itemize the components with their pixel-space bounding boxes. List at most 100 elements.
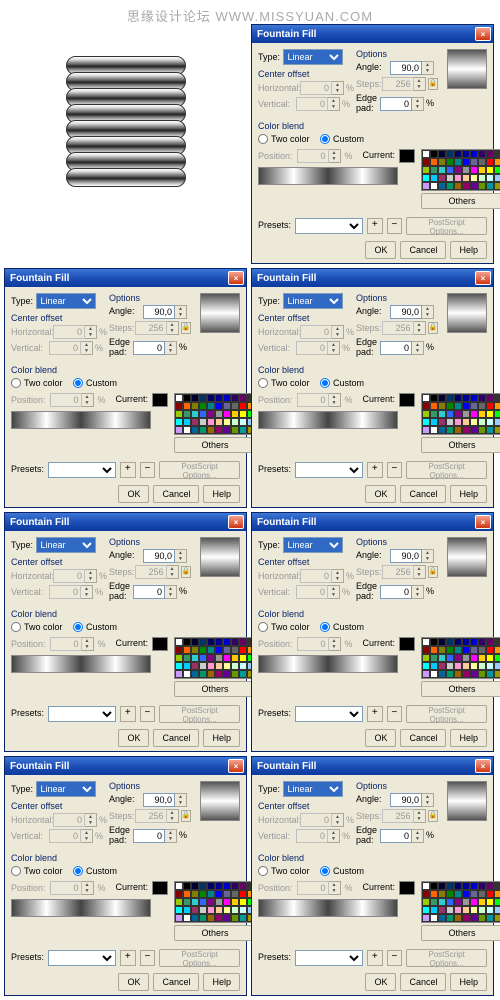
spin-icon[interactable]: ▲▼ bbox=[81, 829, 93, 843]
spin-icon[interactable]: ▲▼ bbox=[85, 325, 97, 339]
type-select[interactable]: Linear bbox=[36, 293, 96, 309]
lock-icon[interactable]: 🔒 bbox=[428, 78, 438, 90]
color-palette[interactable] bbox=[174, 637, 256, 679]
spin-icon[interactable]: ▲▼ bbox=[332, 569, 344, 583]
type-select[interactable]: Linear bbox=[283, 781, 343, 797]
angle-input[interactable] bbox=[390, 793, 422, 807]
presets-select[interactable] bbox=[295, 950, 363, 966]
others-button[interactable]: Others bbox=[174, 681, 256, 697]
two-color-radio[interactable]: Two color bbox=[258, 378, 310, 388]
help-button[interactable]: Help bbox=[450, 973, 487, 991]
angle-input[interactable] bbox=[390, 305, 422, 319]
custom-radio[interactable]: Custom bbox=[320, 378, 364, 388]
spin-icon[interactable]: ▲▼ bbox=[328, 829, 340, 843]
add-preset-button[interactable]: + bbox=[367, 950, 383, 966]
current-swatch[interactable] bbox=[399, 637, 415, 651]
current-swatch[interactable] bbox=[399, 149, 415, 163]
two-color-radio[interactable]: Two color bbox=[11, 622, 63, 632]
close-icon[interactable]: × bbox=[475, 759, 491, 773]
presets-select[interactable] bbox=[48, 462, 116, 478]
remove-preset-button[interactable]: − bbox=[387, 462, 403, 478]
angle-input[interactable] bbox=[143, 793, 175, 807]
close-icon[interactable]: × bbox=[475, 515, 491, 529]
add-preset-button[interactable]: + bbox=[367, 706, 383, 722]
cancel-button[interactable]: Cancel bbox=[400, 973, 446, 991]
edgepad-input[interactable] bbox=[380, 341, 412, 355]
two-color-radio[interactable]: Two color bbox=[258, 622, 310, 632]
lock-icon[interactable]: 🔒 bbox=[181, 566, 191, 578]
custom-radio[interactable]: Custom bbox=[73, 378, 117, 388]
titlebar[interactable]: Fountain Fill × bbox=[5, 269, 246, 287]
ok-button[interactable]: OK bbox=[118, 729, 149, 747]
add-preset-button[interactable]: + bbox=[120, 706, 136, 722]
titlebar[interactable]: Fountain Fill × bbox=[252, 25, 493, 43]
color-palette[interactable] bbox=[421, 881, 500, 923]
spin-icon[interactable]: ▲▼ bbox=[412, 341, 424, 355]
titlebar[interactable]: Fountain Fill × bbox=[252, 269, 493, 287]
edgepad-input[interactable] bbox=[380, 97, 412, 111]
spin-icon[interactable]: ▲▼ bbox=[328, 97, 340, 111]
type-select[interactable]: Linear bbox=[283, 293, 343, 309]
gradient-editor[interactable] bbox=[258, 167, 398, 185]
others-button[interactable]: Others bbox=[174, 925, 256, 941]
spin-icon[interactable]: ▲▼ bbox=[81, 341, 93, 355]
two-color-radio[interactable]: Two color bbox=[11, 866, 63, 876]
color-palette[interactable] bbox=[421, 393, 500, 435]
spin-icon[interactable]: ▲▼ bbox=[414, 77, 426, 91]
ok-button[interactable]: OK bbox=[118, 485, 149, 503]
cancel-button[interactable]: Cancel bbox=[153, 973, 199, 991]
gradient-editor[interactable] bbox=[258, 411, 398, 429]
spin-icon[interactable]: ▲▼ bbox=[412, 585, 424, 599]
custom-radio[interactable]: Custom bbox=[73, 622, 117, 632]
close-icon[interactable]: × bbox=[228, 759, 244, 773]
type-select[interactable]: Linear bbox=[283, 537, 343, 553]
close-icon[interactable]: × bbox=[228, 271, 244, 285]
others-button[interactable]: Others bbox=[174, 437, 256, 453]
current-swatch[interactable] bbox=[152, 637, 168, 651]
close-icon[interactable]: × bbox=[475, 27, 491, 41]
current-swatch[interactable] bbox=[152, 393, 168, 407]
others-button[interactable]: Others bbox=[421, 681, 500, 697]
add-preset-button[interactable]: + bbox=[120, 462, 136, 478]
spin-icon[interactable]: ▲▼ bbox=[412, 829, 424, 843]
spin-icon[interactable]: ▲▼ bbox=[329, 149, 341, 163]
lock-icon[interactable]: 🔒 bbox=[428, 566, 438, 578]
angle-input[interactable] bbox=[143, 305, 175, 319]
edgepad-input[interactable] bbox=[133, 829, 165, 843]
spin-icon[interactable]: ▲▼ bbox=[175, 305, 187, 319]
lock-icon[interactable]: 🔒 bbox=[428, 810, 438, 822]
spin-icon[interactable]: ▲▼ bbox=[422, 305, 434, 319]
two-color-radio[interactable]: Two color bbox=[258, 134, 310, 144]
spin-icon[interactable]: ▲▼ bbox=[422, 793, 434, 807]
spin-icon[interactable]: ▲▼ bbox=[412, 97, 424, 111]
remove-preset-button[interactable]: − bbox=[140, 462, 156, 478]
ok-button[interactable]: OK bbox=[365, 973, 396, 991]
others-button[interactable]: Others bbox=[421, 437, 500, 453]
spin-icon[interactable]: ▲▼ bbox=[85, 813, 97, 827]
color-palette[interactable] bbox=[421, 149, 500, 191]
ok-button[interactable]: OK bbox=[365, 241, 396, 259]
help-button[interactable]: Help bbox=[203, 485, 240, 503]
add-preset-button[interactable]: + bbox=[367, 462, 383, 478]
remove-preset-button[interactable]: − bbox=[140, 950, 156, 966]
lock-icon[interactable]: 🔒 bbox=[181, 322, 191, 334]
spin-icon[interactable]: ▲▼ bbox=[165, 585, 177, 599]
titlebar[interactable]: Fountain Fill × bbox=[5, 757, 246, 775]
edgepad-input[interactable] bbox=[380, 829, 412, 843]
help-button[interactable]: Help bbox=[450, 729, 487, 747]
edgepad-input[interactable] bbox=[380, 585, 412, 599]
help-button[interactable]: Help bbox=[450, 241, 487, 259]
gradient-editor[interactable] bbox=[11, 655, 151, 673]
cancel-button[interactable]: Cancel bbox=[153, 485, 199, 503]
ok-button[interactable]: OK bbox=[365, 485, 396, 503]
spin-icon[interactable]: ▲▼ bbox=[328, 585, 340, 599]
current-swatch[interactable] bbox=[152, 881, 168, 895]
spin-icon[interactable]: ▲▼ bbox=[175, 793, 187, 807]
cancel-button[interactable]: Cancel bbox=[153, 729, 199, 747]
spin-icon[interactable]: ▲▼ bbox=[167, 809, 179, 823]
ok-button[interactable]: OK bbox=[118, 973, 149, 991]
gradient-editor[interactable] bbox=[258, 899, 398, 917]
presets-select[interactable] bbox=[48, 706, 116, 722]
spin-icon[interactable]: ▲▼ bbox=[82, 393, 94, 407]
gradient-editor[interactable] bbox=[11, 899, 151, 917]
